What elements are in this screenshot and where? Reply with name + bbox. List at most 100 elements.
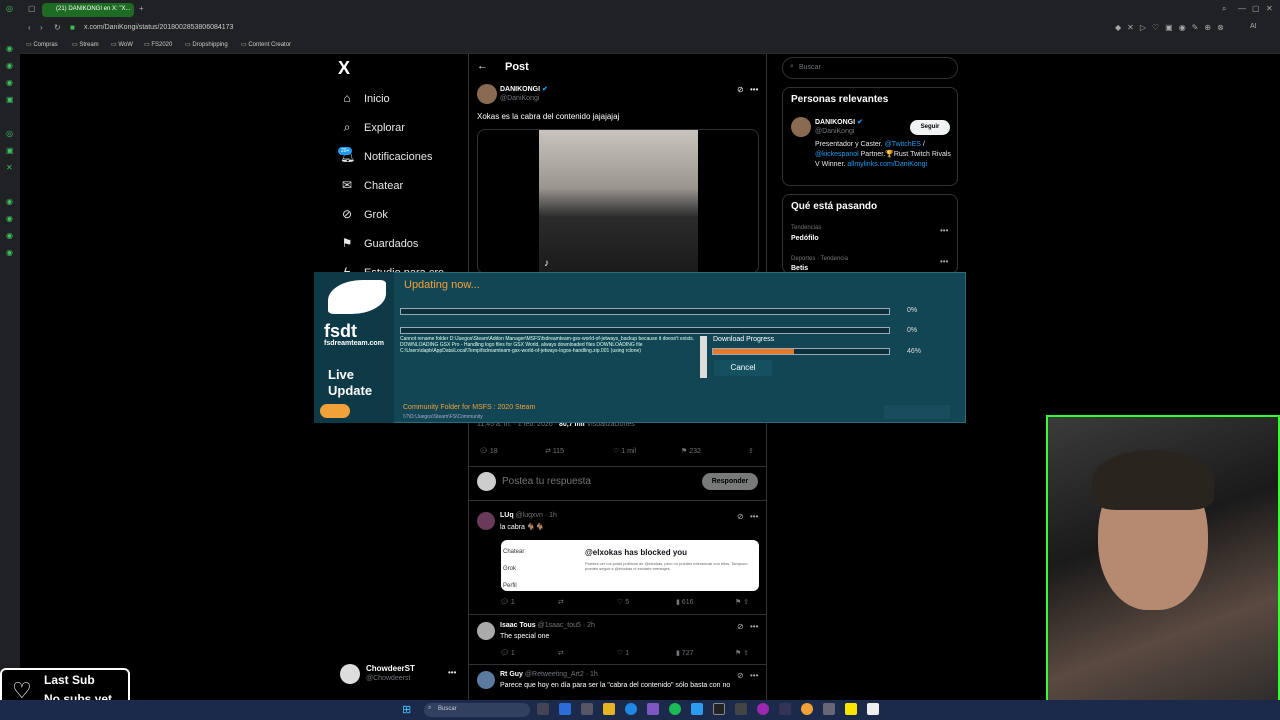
reply-action[interactable]: 💬︎ 1 (500, 649, 515, 657)
more-icon[interactable]: ••• (750, 512, 758, 521)
app-icon[interactable] (757, 703, 769, 715)
grok-icon[interactable]: ⊘ (737, 622, 744, 631)
forward-icon[interactable]: › (40, 23, 43, 32)
cancel-button[interactable]: Cancel (714, 360, 772, 376)
repost-action[interactable]: ⇄ (558, 649, 564, 657)
bookmark-dropshipping[interactable]: ▭ Dropshipping (185, 41, 228, 48)
taskbar-search[interactable]: ⌕ Buscar (424, 703, 530, 717)
app-icon[interactable] (823, 703, 835, 715)
grok-icon[interactable]: ⊘ (737, 671, 744, 680)
nav-notifications[interactable]: 🔔︎ Notificaciones (340, 149, 432, 163)
spotify-icon[interactable] (669, 703, 681, 715)
more-icon[interactable]: ••• (750, 622, 758, 631)
bookmark-stream[interactable]: ▭ Stream (72, 41, 99, 48)
sidebar-toggle-icon[interactable]: ▢ (28, 4, 36, 13)
trend-topic[interactable]: Pedófilo (791, 235, 819, 242)
views-action[interactable]: ▮ 616 (676, 598, 693, 606)
post-video[interactable]: ♪ (477, 129, 759, 274)
views-action[interactable]: ▮ 727 (676, 649, 693, 657)
start-icon[interactable]: ⊞ (402, 703, 411, 716)
like-action[interactable]: ♡ 1 mil (613, 447, 636, 455)
app-icon[interactable] (735, 703, 747, 715)
task-view-icon[interactable] (537, 703, 549, 715)
repost-action[interactable]: ⇄ (558, 598, 564, 606)
app-icon[interactable] (691, 703, 703, 715)
account-more-icon[interactable]: ••• (448, 668, 456, 677)
reply-input[interactable]: Postea tu respuesta (502, 476, 591, 487)
repost-action[interactable]: ⇄ 115 (545, 447, 564, 455)
maximize-icon[interactable]: ▢ (1252, 4, 1260, 13)
nav-explore[interactable]: ⌕ Explorar (340, 120, 405, 135)
edge-icon[interactable] (625, 703, 637, 715)
reply-button[interactable]: Responder (702, 473, 758, 490)
bookmark-fs2020[interactable]: ▭ FS2020 (144, 41, 172, 48)
back-arrow-icon[interactable]: ← (477, 60, 488, 72)
browser-tab[interactable]: (21) DANIKONGI en X: "X... (42, 3, 134, 17)
author-avatar[interactable] (477, 84, 497, 104)
like-action[interactable]: ♡ 5 (617, 598, 629, 606)
reply-name[interactable]: Rt Guy (500, 671, 523, 678)
reply-avatar[interactable] (477, 622, 495, 640)
trend-topic[interactable]: Betis (791, 265, 808, 272)
search-icon[interactable]: ⌕ (1222, 4, 1226, 14)
account-avatar[interactable] (340, 664, 360, 684)
back-icon[interactable]: ‹ (28, 23, 31, 32)
reply-avatar[interactable] (477, 671, 495, 689)
close-icon[interactable]: ✕ (1266, 4, 1273, 13)
person-avatar[interactable] (791, 117, 811, 137)
search-input[interactable]: ⌕ Buscar (782, 57, 958, 79)
file-explorer-icon[interactable] (603, 703, 615, 715)
log-scrollbar[interactable] (700, 336, 707, 378)
reply-action[interactable]: 💬︎ 1 (500, 598, 515, 606)
bookmark-label: Dropshipping (192, 42, 228, 48)
x-logo[interactable]: X (338, 58, 350, 79)
ai-button[interactable]: AI (1250, 23, 1257, 30)
app-icon[interactable] (867, 703, 879, 715)
updater-live: Live (328, 367, 355, 382)
app-icon[interactable] (801, 703, 813, 715)
app-icon[interactable] (559, 703, 571, 715)
author-handle[interactable]: @DaniKongi (500, 95, 539, 102)
bio-link-twitches[interactable]: @TwitchES (885, 141, 921, 148)
bookmark-icon[interactable]: ⚑ ⇪ (735, 598, 749, 606)
app-icon[interactable] (845, 703, 857, 715)
new-tab-icon[interactable]: + (139, 4, 144, 13)
reply-action[interactable]: 💬︎ 18 (479, 447, 498, 455)
like-action[interactable]: ♡ 1 (617, 649, 629, 657)
app-icon[interactable] (581, 703, 593, 715)
more-icon[interactable]: ••• (750, 671, 758, 680)
nav-home[interactable]: ⌂ Inicio (340, 91, 389, 105)
grok-icon[interactable]: ⊘ (737, 85, 744, 94)
app-icon[interactable] (713, 703, 725, 715)
url-field[interactable]: x.com/DaniKongi/status/20180028538060841… (84, 24, 233, 31)
nav-chat[interactable]: ✉ Chatear (340, 178, 403, 192)
extension-icons[interactable]: ◆✕▷♡▣◉✎⊕⊗ (1115, 23, 1230, 32)
follow-button[interactable]: Seguir (910, 120, 950, 135)
app-icon[interactable] (647, 703, 659, 715)
exit-button[interactable] (884, 405, 950, 419)
bookmark-action[interactable]: ⚑ 232 (681, 447, 701, 455)
grok-icon[interactable]: ⊘ (737, 512, 744, 521)
reply-name[interactable]: Isaac Tous (500, 622, 536, 629)
bookmark-content-creator[interactable]: ▭ Content Creator (241, 41, 291, 48)
blocked-screenshot-card[interactable]: Chatear Grok Perfil @elxokas has blocked y… (501, 540, 759, 591)
nav-grok[interactable]: ⊘ Grok (340, 207, 388, 221)
bio-link-allmylinks[interactable]: allmylinks.com/DaniKongi (847, 161, 927, 168)
bookmark-wow[interactable]: ▭ WoW (111, 41, 133, 48)
reply-name[interactable]: LUq (500, 512, 514, 519)
sidebar-app-icons[interactable]: ◉ ◉ ◉ ▣ ◎ ▣ ✕ ◉ ◉ ◉ ◉ (6, 40, 16, 261)
nav-bookmarks[interactable]: ⚑ Guardados (340, 236, 419, 250)
bio-link-kick[interactable]: @kickespanol (815, 151, 859, 158)
reload-icon[interactable]: ↻ (54, 23, 61, 32)
reply-avatar[interactable] (477, 512, 495, 530)
minimize-icon[interactable]: — (1238, 4, 1246, 13)
bookmark-icon[interactable]: ⚑ ⇪ (735, 649, 749, 657)
author-name[interactable]: DANIKONGI ✔ (500, 85, 548, 93)
bookmark-compras[interactable]: ▭ Compras (26, 41, 58, 48)
app-icon[interactable] (779, 703, 791, 715)
more-icon[interactable]: ••• (940, 257, 948, 266)
share-icon[interactable]: ⇪ (748, 447, 754, 455)
more-icon[interactable]: ••• (940, 226, 948, 235)
more-icon[interactable]: ••• (750, 85, 758, 94)
person-name[interactable]: DANIKONGI ✔ (815, 118, 863, 126)
